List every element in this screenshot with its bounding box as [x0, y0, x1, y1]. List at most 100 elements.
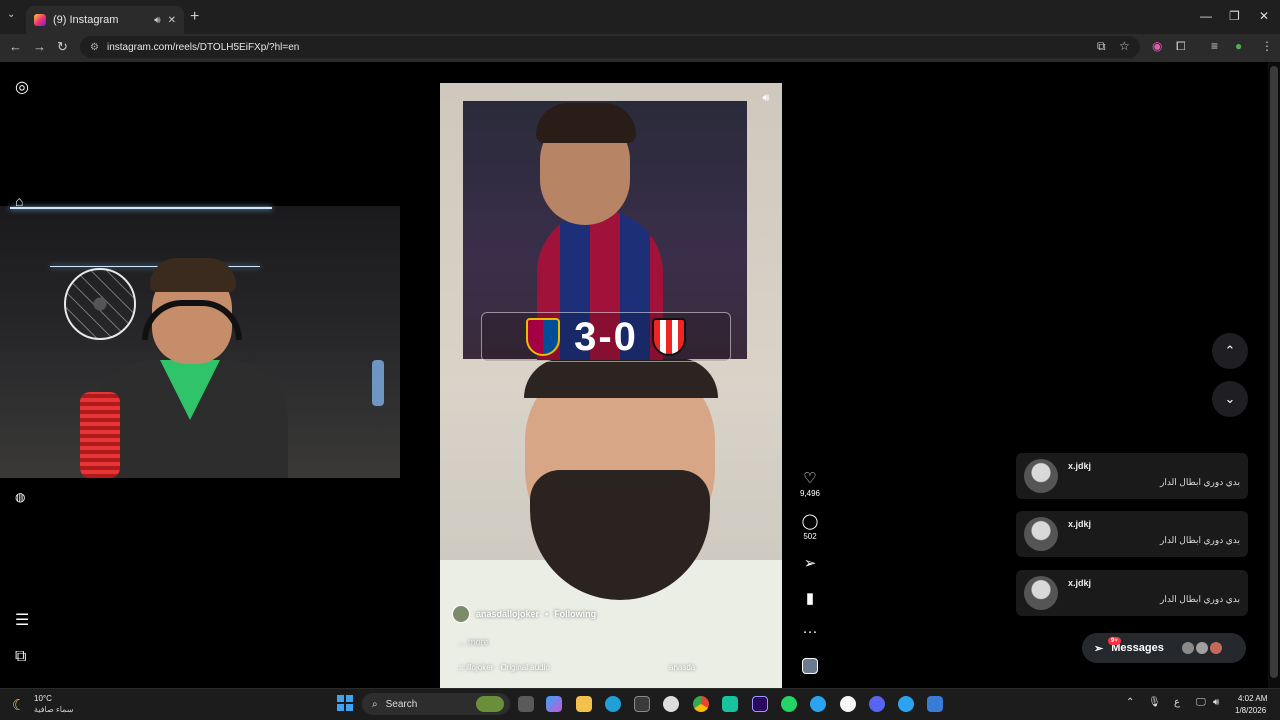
url-text: instagram.com/reels/DTOLH5EiFXp/?hl=en [106, 41, 300, 53]
minimize-icon[interactable]: — [1200, 9, 1212, 23]
avatar [1209, 642, 1222, 654]
file-explorer-icon[interactable] [576, 696, 592, 712]
taskbar-search[interactable]: ⌕ Search [362, 693, 510, 715]
copilot-icon[interactable] [546, 696, 562, 712]
more-options-button[interactable]: ··· [796, 623, 824, 640]
whatsapp-icon[interactable] [781, 696, 797, 712]
mute-toggle-icon[interactable]: 🔊︎ [758, 92, 774, 108]
reload-icon[interactable]: ↻ [57, 39, 68, 55]
like-count: 9,496 [799, 489, 821, 498]
instagram-logo-icon[interactable]: ◎ [15, 77, 29, 97]
more-menu-icon[interactable]: ☰ [15, 610, 29, 630]
extensions-puzzle-icon[interactable]: ⧠ [1176, 39, 1186, 54]
like-button[interactable]: ♡ 9,496 [796, 469, 824, 498]
bookmark-icon: ▮ [805, 590, 815, 607]
browser-menu-icon[interactable]: ⋮ [1261, 39, 1273, 53]
caption-more-link[interactable]: ... more [458, 637, 489, 647]
audio-attribution[interactable]: ♫ illojoker · Original audio [458, 663, 550, 672]
tab-title: (9) Instagram [53, 14, 119, 26]
weather-description[interactable]: سماء صافية [34, 705, 74, 714]
alien-app-icon[interactable] [663, 696, 679, 712]
match-score: 3-0 [574, 314, 638, 359]
avatar [1195, 642, 1208, 654]
moon-icon[interactable]: ☾ [12, 696, 25, 714]
comment-button[interactable]: ◯ 502 [796, 512, 824, 541]
tab-search-chevron-icon[interactable]: ⌄ [7, 9, 15, 20]
restore-icon[interactable]: ❐ [1229, 9, 1240, 23]
messages-button[interactable]: ➢ 9+ Messages [1082, 633, 1246, 663]
windows-start-icon[interactable] [337, 695, 353, 711]
premiere-pro-icon[interactable] [752, 696, 768, 712]
send-icon: ➢ [803, 555, 817, 572]
steam-icon[interactable] [927, 696, 943, 712]
away-team-crest-icon [651, 318, 686, 356]
forward-arrow-icon[interactable]: → [33, 39, 46, 54]
clock-date[interactable]: 1/8/2026 [1235, 706, 1266, 715]
profile-avatar-icon[interactable]: ● [1235, 39, 1242, 53]
heart-icon: ♡ [803, 470, 817, 487]
reel-author-row: anasdallojoker • Following [452, 605, 596, 623]
chat-message: x.jdkj بدي دوري ابطال الدار [1016, 570, 1248, 616]
store-icon[interactable] [634, 696, 650, 712]
chevron-up-icon: ⌃ [1224, 343, 1236, 358]
separator-dot: • [545, 609, 549, 619]
tray-overflow-icon[interactable]: ⌃ [1126, 697, 1134, 708]
music-app-icon[interactable] [840, 696, 856, 712]
new-tab-button[interactable]: + [190, 8, 199, 26]
app-icon[interactable] [722, 696, 738, 712]
scrollbar-thumb[interactable] [1270, 66, 1278, 678]
following-button[interactable]: Following [554, 609, 596, 619]
also-from-meta-icon[interactable]: ⧉ [15, 648, 26, 666]
profile-nav-avatar[interactable]: ◍ [15, 490, 25, 504]
chat-text: بدي دوري ابطال الدار [1159, 477, 1240, 487]
player-hair [536, 103, 636, 143]
bookmark-star-icon[interactable]: ☆ [1119, 39, 1130, 53]
next-reel-button[interactable]: ⌄ [1212, 381, 1248, 417]
app-icon[interactable] [810, 696, 826, 712]
clock-time[interactable]: 4:02 AM [1238, 694, 1267, 703]
discord-icon[interactable] [869, 696, 885, 712]
edge-icon[interactable] [605, 696, 621, 712]
football-decoration [64, 268, 136, 340]
chat-text: بدي دوري ابطال الدار [1159, 594, 1240, 604]
chat-username: x.jdkj [1068, 519, 1092, 529]
chat-username: x.jdkj [1068, 461, 1092, 471]
input-language[interactable]: ع [1174, 697, 1180, 708]
extension-icon[interactable]: ◉ [1152, 39, 1162, 53]
audio-avatar[interactable] [802, 658, 818, 674]
network-icon[interactable]: 🖵︎ [1196, 697, 1206, 708]
water-bottle [372, 360, 384, 406]
share-button[interactable]: ➢ [796, 554, 824, 572]
save-button[interactable]: ▮ [796, 589, 824, 607]
home-team-crest-icon [526, 318, 561, 356]
address-bar[interactable]: ⚙︎ instagram.com/reels/DTOLH5EiFXp/?hl=e… [80, 36, 1140, 58]
author-username[interactable]: anasdallojoker [476, 609, 539, 619]
previous-reel-button[interactable]: ⌃ [1212, 333, 1248, 369]
messages-avatars [1181, 642, 1222, 654]
volume-icon[interactable]: 🔊︎ [1213, 697, 1219, 708]
audio-tag[interactable]: anasda [669, 663, 695, 672]
chat-avatar [1024, 576, 1058, 610]
avatar [1181, 642, 1194, 654]
tab-close-icon[interactable]: ✕ [168, 15, 176, 26]
author-avatar[interactable] [452, 605, 470, 623]
speaker-icon[interactable]: 🔊︎ [154, 15, 160, 26]
task-view-icon[interactable] [518, 696, 534, 712]
back-arrow-icon[interactable]: ← [9, 39, 22, 54]
chrome-icon[interactable] [693, 696, 709, 712]
neon-light-strip [10, 207, 272, 209]
ellipsis-icon: ··· [802, 623, 818, 640]
install-app-icon[interactable]: ⧉ [1097, 39, 1106, 54]
chevron-down-icon: ⌄ [1224, 391, 1236, 406]
comment-count: 502 [803, 532, 817, 541]
browser-tab-instagram[interactable]: (9) Instagram 🔊︎ ✕ [26, 6, 184, 34]
search-highlight-icon [476, 696, 504, 712]
weather-temperature[interactable]: 10°C [34, 694, 52, 703]
search-icon: ⌕ [372, 698, 378, 710]
app-icon[interactable] [898, 696, 914, 712]
site-settings-icon[interactable]: ⚙︎ [90, 42, 99, 53]
window-close-icon[interactable]: ✕ [1259, 9, 1269, 23]
streamer-hair [150, 258, 236, 292]
media-controls-icon[interactable]: ≡ [1211, 39, 1218, 53]
microphone-icon[interactable]: 🎙︎ [1148, 697, 1161, 708]
